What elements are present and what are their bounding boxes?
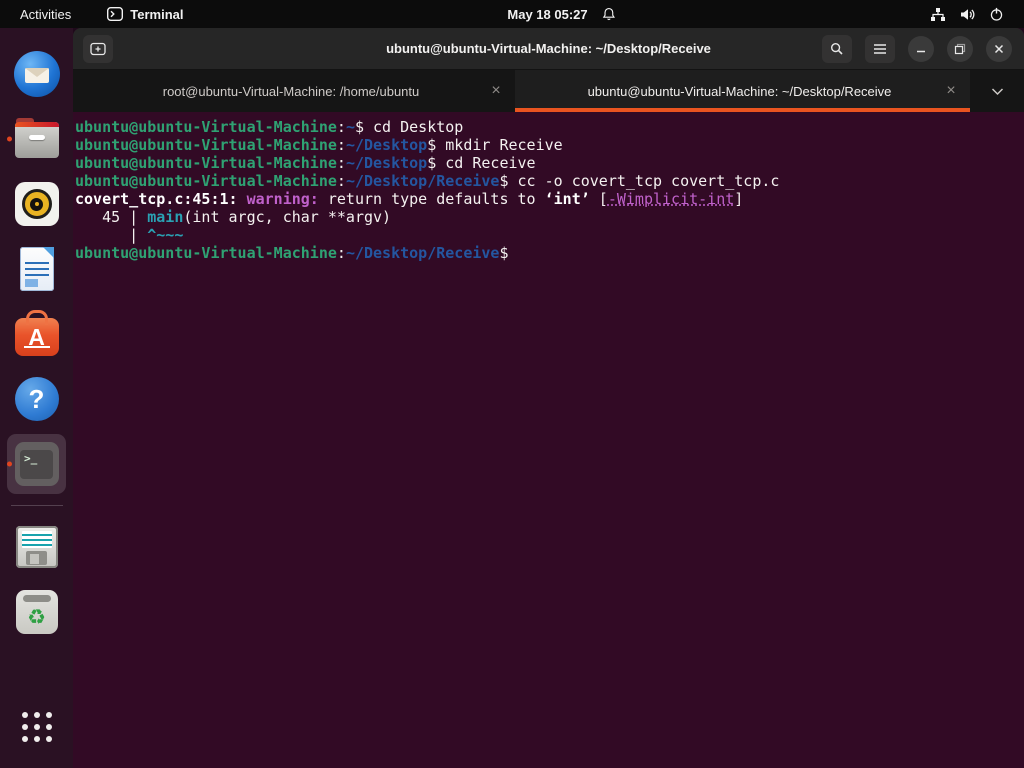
menu-button[interactable] (865, 35, 895, 63)
terminal-window: ubuntu@ubuntu-Virtual-Machine: ~/Desktop… (73, 28, 1024, 768)
dock-item-help[interactable]: ? (0, 375, 73, 423)
floppy-drive-icon (16, 526, 58, 568)
title-bar[interactable]: ubuntu@ubuntu-Virtual-Machine: ~/Desktop… (73, 28, 1024, 70)
power-icon (989, 6, 1004, 22)
tab-title: root@ubuntu-Virtual-Machine: /home/ubunt… (73, 84, 483, 99)
minimize-icon (915, 43, 927, 55)
wired-network-icon (930, 7, 946, 22)
dock-item-trash[interactable]: ♻ (0, 588, 73, 636)
tab-title: ubuntu@ubuntu-Virtual-Machine: ~/Desktop… (515, 84, 938, 99)
running-indicator-dot (7, 137, 12, 142)
notification-bell-icon (602, 6, 617, 22)
app-menu-button[interactable]: Terminal (107, 7, 183, 22)
running-indicator-dot (7, 462, 12, 467)
terminal-line: covert_tcp.c:45:1: warning: return type … (75, 190, 1022, 208)
speaker-volume-icon (959, 7, 976, 22)
dock-item-files[interactable] (0, 115, 73, 163)
activities-button[interactable]: Activities (14, 5, 77, 24)
recycle-glyph: ♻ (27, 605, 46, 629)
help-icon: ? (15, 377, 59, 421)
terminal-line: ubuntu@ubuntu-Virtual-Machine:~/Desktop$… (75, 136, 1022, 154)
search-icon (830, 42, 844, 56)
search-button[interactable] (822, 35, 852, 63)
ubuntu-software-icon: A (15, 318, 59, 356)
terminal-line: ubuntu@ubuntu-Virtual-Machine:~/Desktop/… (75, 172, 1022, 190)
hamburger-menu-icon (873, 43, 887, 55)
dock: A ? >_ ♻ (0, 28, 73, 768)
thunderbird-icon (14, 51, 60, 97)
help-question-mark: ? (29, 384, 45, 415)
show-applications-grid-icon[interactable] (22, 712, 52, 742)
dock-item-libreoffice-writer[interactable] (0, 245, 73, 293)
new-tab-button[interactable] (83, 35, 113, 63)
terminal-line: ubuntu@ubuntu-Virtual-Machine:~$ cd Desk… (75, 118, 1022, 136)
app-menu-label: Terminal (130, 7, 183, 22)
dock-separator (11, 505, 63, 506)
dock-item-terminal[interactable]: >_ (0, 440, 73, 488)
software-letter: A (28, 324, 45, 351)
chevron-down-icon (991, 87, 1004, 96)
restore-button[interactable] (947, 36, 973, 62)
dock-item-removable-media[interactable] (0, 523, 73, 571)
terminal-line: ubuntu@ubuntu-Virtual-Machine:~/Desktop$… (75, 154, 1022, 172)
terminal-icon: >_ (15, 442, 59, 486)
dock-item-ubuntu-software[interactable]: A (0, 310, 73, 358)
tab-close-icon[interactable]: × (938, 82, 964, 100)
trash-icon: ♻ (16, 590, 58, 634)
terminal-line: 45 | main(int argc, char **argv) (75, 208, 1022, 226)
clock-label: May 18 05:27 (507, 7, 587, 22)
tab-root-home-ubuntu[interactable]: root@ubuntu-Virtual-Machine: /home/ubunt… (73, 70, 515, 112)
clock-menu-button[interactable]: May 18 05:27 (507, 6, 616, 22)
files-icon (15, 122, 59, 158)
top-bar: Activities Terminal May 18 05:27 (0, 0, 1024, 28)
dock-item-thunderbird[interactable] (0, 50, 73, 98)
rhythmbox-icon (15, 182, 59, 226)
terminal-output[interactable]: ubuntu@ubuntu-Virtual-Machine:~$ cd Desk… (73, 112, 1024, 768)
tab-close-icon[interactable]: × (483, 82, 509, 100)
tab-list-button[interactable] (970, 70, 1024, 112)
tab-bar: root@ubuntu-Virtual-Machine: /home/ubunt… (73, 70, 1024, 112)
libreoffice-writer-icon (20, 247, 54, 291)
terminal-window-icon (107, 7, 123, 21)
close-icon (993, 43, 1005, 55)
system-status-area[interactable] (930, 6, 1024, 22)
close-button[interactable] (986, 36, 1012, 62)
terminal-line: | ^~~~ (75, 226, 1022, 244)
dock-item-rhythmbox[interactable] (0, 180, 73, 228)
restore-icon (954, 43, 966, 55)
terminal-line: ubuntu@ubuntu-Virtual-Machine:~/Desktop/… (75, 244, 1022, 262)
terminal-prompt-glyph: >_ (20, 450, 53, 479)
tab-ubuntu-desktop-receive[interactable]: ubuntu@ubuntu-Virtual-Machine: ~/Desktop… (515, 70, 970, 112)
minimize-button[interactable] (908, 36, 934, 62)
